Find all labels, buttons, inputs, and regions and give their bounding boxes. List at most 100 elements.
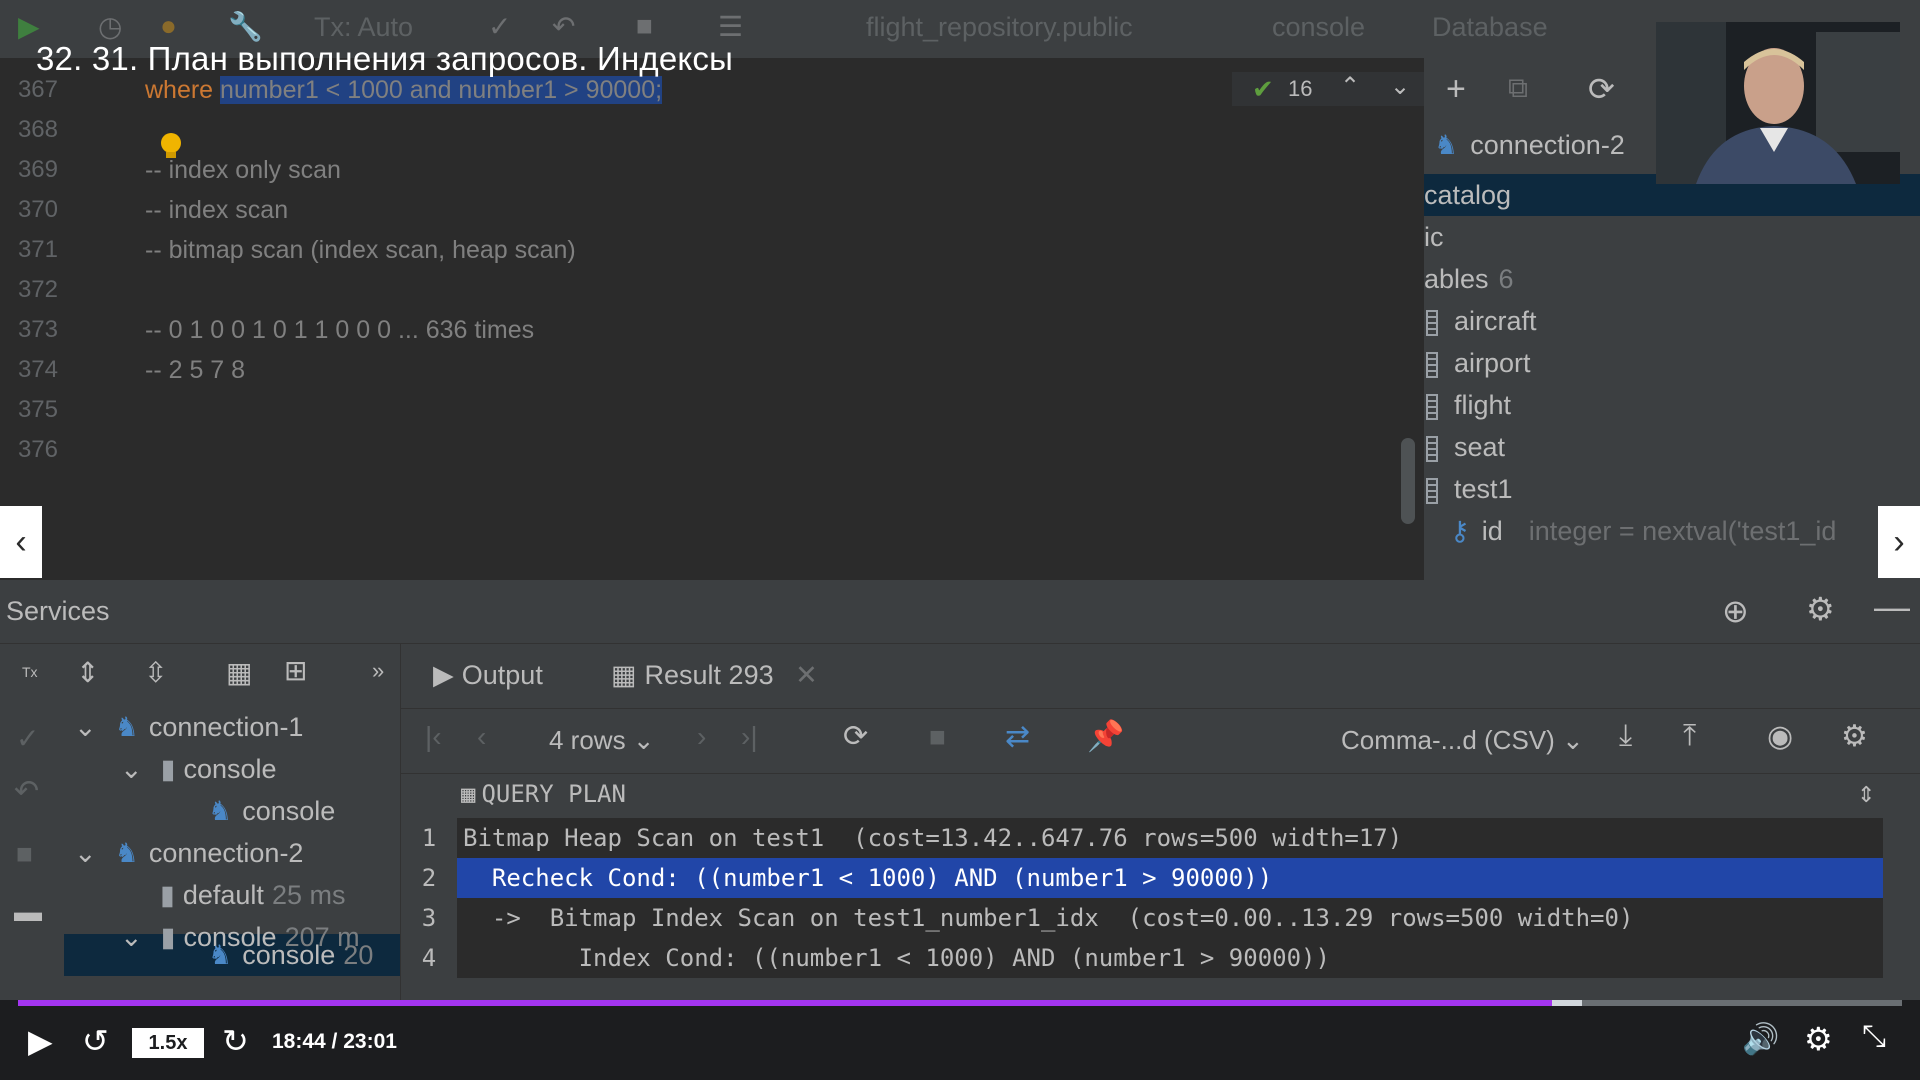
table-node[interactable]: flight <box>1424 384 1920 426</box>
rows-count-dropdown[interactable]: 4 rows ⌄ <box>549 725 655 756</box>
db-tree-row-tables[interactable]: ables 6 <box>1424 258 1920 300</box>
postgres-icon: ♞ <box>1434 130 1459 160</box>
code-line: 368 <box>0 110 1424 150</box>
layout-icon[interactable]: ▬ <box>14 896 42 928</box>
services-title: Services <box>6 596 110 626</box>
tx-icon[interactable]: Tx <box>22 664 38 680</box>
table-node[interactable]: airport <box>1424 342 1920 384</box>
last-page-icon[interactable]: ›| <box>741 721 758 753</box>
collapse-all-icon[interactable]: ⇳ <box>144 656 167 689</box>
console-selector[interactable]: console <box>1272 12 1365 43</box>
group-icon[interactable]: ▦ <box>226 656 252 689</box>
table-row[interactable]: 1 Bitmap Heap Scan on test1 (cost=13.42.… <box>401 818 1920 858</box>
next-lecture-button[interactable]: › <box>1878 506 1920 578</box>
profile-icon[interactable]: ● <box>160 10 177 42</box>
playback-speed-button[interactable]: 1.5x <box>132 1028 204 1058</box>
sort-icon[interactable]: ⇕ <box>1857 782 1875 808</box>
export-format-dropdown[interactable]: Comma-...d (CSV) ⌄ <box>1341 725 1584 756</box>
reload-icon[interactable]: ⟳ <box>843 719 868 754</box>
code-comment: -- bitmap scan (index scan, heap scan) <box>145 236 576 264</box>
table-row[interactable]: 3 -> Bitmap Index Scan on test1_number1_… <box>401 898 1920 938</box>
commit-icon[interactable]: ✓ <box>488 10 511 43</box>
tree-connection-1[interactable]: ⌄ ♞ connection-1 <box>74 706 303 748</box>
table-icon <box>1426 393 1438 420</box>
prev-page-icon[interactable]: ‹ <box>477 721 486 753</box>
close-icon[interactable]: ✕ <box>795 660 818 690</box>
rewind-icon[interactable]: ↺ <box>82 1022 109 1060</box>
line-number: 372 <box>17 276 58 303</box>
upload-icon[interactable]: ⤒ <box>1683 719 1696 753</box>
editor-scrollbar[interactable] <box>1401 438 1415 524</box>
line-number: 370 <box>17 196 58 223</box>
stop-icon[interactable]: ■ <box>16 838 33 870</box>
schema-selector[interactable]: flight_repository.public <box>866 12 1133 43</box>
first-page-icon[interactable]: |‹ <box>425 721 442 753</box>
wrench-icon[interactable]: 🔧 <box>228 10 263 43</box>
sql-keyword: where <box>145 76 214 104</box>
chevron-down-icon: ⌄ <box>74 838 97 868</box>
tree-connection-2[interactable]: ⌄ ♞ connection-2 <box>74 832 303 874</box>
table-node[interactable]: test1 <box>1424 468 1920 510</box>
column-icon: ▦ <box>461 780 476 808</box>
view-icon[interactable]: ◉ <box>1767 719 1793 754</box>
tree-console-session-selected[interactable]: ♞ console 20 <box>208 934 373 976</box>
add-service-icon[interactable]: ⊞ <box>284 654 307 687</box>
next-page-icon[interactable]: › <box>697 721 706 753</box>
exit-fullscreen-icon[interactable]: ⤡ <box>1862 1020 1886 1054</box>
code-line: 373 -- 0 1 0 0 1 0 1 1 0 0 0 ... 636 tim… <box>0 310 1424 350</box>
database-tab[interactable]: Database <box>1432 12 1548 43</box>
gear-icon[interactable]: ⚙ <box>1806 590 1835 628</box>
compare-icon[interactable]: ⇄ <box>1005 719 1030 754</box>
target-icon[interactable]: ⊕ <box>1722 592 1749 630</box>
volume-icon[interactable]: 🔊 <box>1742 1022 1779 1057</box>
commit-icon[interactable]: ✓ <box>16 722 39 755</box>
column-node[interactable]: ⚷ id integer = nextval('test1_id <box>1424 510 1920 552</box>
column-header-query-plan[interactable]: ▦ QUERY PLAN <box>461 780 626 808</box>
copy-icon[interactable]: ⧉ <box>1508 72 1528 105</box>
table-row[interactable]: 4 Index Cond: ((number1 < 1000) AND (num… <box>401 938 1920 978</box>
progress-bar[interactable] <box>18 1000 1552 1006</box>
tree-console-group[interactable]: ⌄ ▮ console <box>120 748 277 790</box>
expand-all-icon[interactable]: ⇕ <box>76 656 99 689</box>
table-node[interactable]: seat <box>1424 426 1920 468</box>
video-title: 32. 31. План выполнения запросов. Индекс… <box>36 40 734 77</box>
tree-console-session[interactable]: ♞ console <box>208 790 335 832</box>
services-header: Services ⊕ ⚙ — <box>0 580 1920 644</box>
tree-default-session[interactable]: ▮ default 25 ms <box>160 874 345 916</box>
table-icon <box>1426 351 1438 378</box>
minimize-icon[interactable]: — <box>1874 586 1910 628</box>
prev-lecture-button[interactable]: ‹ <box>0 506 42 578</box>
more-icon[interactable]: » <box>372 658 384 684</box>
run-icon[interactable]: ▶ <box>18 10 40 43</box>
code-comment: -- 2 5 7 8 <box>145 356 246 384</box>
add-icon[interactable]: + <box>1446 70 1466 109</box>
play-icon[interactable]: ▶ <box>28 1022 53 1060</box>
rollback-icon[interactable]: ↶ <box>14 774 39 809</box>
line-number: 368 <box>17 116 58 143</box>
postgres-icon: ♞ <box>114 838 139 868</box>
settings-icon[interactable]: ⚙ <box>1841 719 1868 754</box>
console-icon: ▮ <box>160 880 175 910</box>
code-line: 374 -- 2 5 7 8 <box>0 350 1424 390</box>
grid-icon[interactable]: ☰ <box>718 10 743 43</box>
stop-icon[interactable]: ■ <box>929 721 946 753</box>
rollback-icon[interactable]: ↶ <box>552 10 575 43</box>
download-icon[interactable]: ⤓ <box>1619 719 1632 753</box>
sql-editor[interactable]: ✔ 16 ⌃ ⌄ 367 where number1 < 1000 and nu… <box>0 58 1424 580</box>
stop-icon[interactable]: ■ <box>636 10 653 42</box>
chevron-down-icon: ⌄ <box>120 754 143 784</box>
tab-result[interactable]: ▦ Result 293 ✕ <box>611 652 818 702</box>
code-line: 369 -- index only scan <box>0 150 1424 190</box>
code-line: 372 <box>0 270 1424 310</box>
tab-output[interactable]: ▶ Output <box>433 652 543 702</box>
history-icon[interactable]: ◷ <box>98 10 122 43</box>
table-node[interactable]: aircraft <box>1424 300 1920 342</box>
line-number: 376 <box>17 436 58 463</box>
tx-mode-dropdown[interactable]: Tx: Auto <box>314 12 413 43</box>
db-tree-row[interactable]: ic <box>1424 216 1920 258</box>
forward-icon[interactable]: ↻ <box>222 1022 249 1060</box>
pin-icon[interactable]: 📌 <box>1087 719 1124 754</box>
table-row-selected[interactable]: 2 Recheck Cond: ((number1 < 1000) AND (n… <box>401 858 1920 898</box>
refresh-icon[interactable]: ⟳ <box>1588 70 1615 108</box>
settings-icon[interactable]: ⚙ <box>1804 1020 1833 1058</box>
